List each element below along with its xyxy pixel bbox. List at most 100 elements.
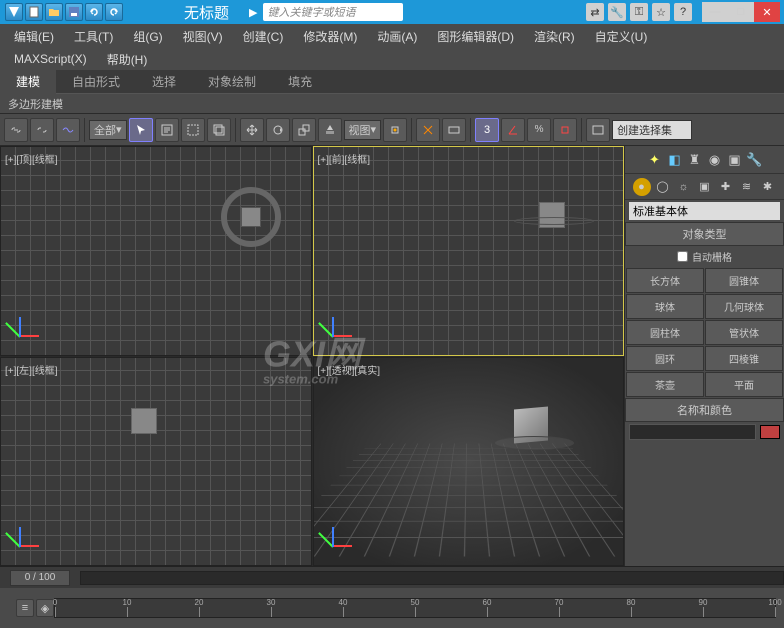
bind-spacewarp-button[interactable] <box>56 118 80 142</box>
menu-help[interactable]: 帮助(H) <box>97 47 158 72</box>
placement-button[interactable] <box>318 118 342 142</box>
edit-named-selection-button[interactable] <box>586 118 610 142</box>
viewport-front[interactable]: [+][前][线框] <box>313 146 625 356</box>
manipulate-button[interactable] <box>416 118 440 142</box>
infocenter-toggle-icon[interactable]: ⇄ <box>586 3 604 21</box>
wrench-icon[interactable]: 🔧 <box>608 3 626 21</box>
ribbon-tab-freeform[interactable]: 自由形式 <box>56 69 136 94</box>
track-filter-button[interactable]: ≡ <box>16 599 34 617</box>
menu-group[interactable]: 组(G) <box>123 24 172 49</box>
ribbon-sub-label: 多边形建模 <box>0 94 784 114</box>
sphere-button[interactable]: 球体 <box>626 294 704 319</box>
pivot-center-button[interactable] <box>383 118 407 142</box>
torus-button[interactable]: 圆环 <box>626 346 704 371</box>
menu-bar: 编辑(E) 工具(T) 组(G) 视图(V) 创建(C) 修改器(M) 动画(A… <box>0 24 784 48</box>
viewport-persp-label[interactable]: [+][透视][真实] <box>318 362 381 377</box>
select-by-name-button[interactable] <box>155 118 179 142</box>
geosphere-button[interactable]: 几何球体 <box>705 294 783 319</box>
open-file-button[interactable] <box>45 3 63 21</box>
cylinder-button[interactable]: 圆柱体 <box>626 320 704 345</box>
menu-modifiers[interactable]: 修改器(M) <box>293 24 367 49</box>
track-key-button[interactable]: ◈ <box>36 599 54 617</box>
pyramid-button[interactable]: 四棱锥 <box>705 346 783 371</box>
app-menu-button[interactable] <box>5 3 23 21</box>
select-object-button[interactable] <box>129 118 153 142</box>
viewport-top[interactable]: [+][顶][线框] <box>0 146 312 356</box>
plane-button[interactable]: 平面 <box>705 372 783 397</box>
viewport-top-label[interactable]: [+][顶][线框] <box>5 151 58 166</box>
object-name-input[interactable] <box>629 424 756 440</box>
viewport-left[interactable]: [+][左][线框] <box>0 357 312 567</box>
cameras-icon[interactable]: ▣ <box>696 178 714 196</box>
box-button[interactable]: 长方体 <box>626 268 704 293</box>
cone-button[interactable]: 圆锥体 <box>705 268 783 293</box>
scale-button[interactable] <box>292 118 316 142</box>
lights-icon[interactable]: ☼ <box>675 178 693 196</box>
ribbon-tab-modeling[interactable]: 建模 <box>0 69 56 94</box>
viewport-object-circle[interactable] <box>221 187 281 247</box>
selection-filter-dropdown[interactable]: 全部 ▾ <box>89 120 127 140</box>
hierarchy-tab-icon[interactable]: ♜ <box>686 151 704 169</box>
auto-grid-checkbox[interactable] <box>677 251 688 262</box>
spinner-snap-button[interactable] <box>553 118 577 142</box>
shapes-icon[interactable]: ◯ <box>654 178 672 196</box>
move-button[interactable] <box>240 118 264 142</box>
tube-button[interactable]: 管状体 <box>705 320 783 345</box>
viewport-front-label[interactable]: [+][前][线框] <box>318 151 371 166</box>
star-icon[interactable]: ☆ <box>652 3 670 21</box>
key-icon[interactable]: ⚿ <box>630 3 648 21</box>
ribbon-tab-object-paint[interactable]: 对象绘制 <box>192 69 272 94</box>
menu-animation[interactable]: 动画(A) <box>367 24 427 49</box>
viewport-object-cube[interactable] <box>131 408 157 434</box>
object-type-rollout[interactable]: 对象类型 <box>625 222 784 246</box>
help-icon[interactable]: ? <box>674 3 692 21</box>
modify-tab-icon[interactable]: ◧ <box>666 151 684 169</box>
close-button[interactable]: ✕ <box>754 2 780 22</box>
rotate-button[interactable] <box>266 118 290 142</box>
minimize-button[interactable]: — <box>702 2 728 22</box>
menu-customize[interactable]: 自定义(U) <box>585 24 658 49</box>
menu-graph-editors[interactable]: 图形编辑器(D) <box>427 24 524 49</box>
menu-create[interactable]: 创建(C) <box>233 24 294 49</box>
systems-icon[interactable]: ✱ <box>759 178 777 196</box>
save-file-button[interactable] <box>65 3 83 21</box>
object-color-swatch[interactable] <box>760 425 780 439</box>
utilities-tab-icon[interactable]: 🔧 <box>746 151 764 169</box>
menu-views[interactable]: 视图(V) <box>173 24 233 49</box>
ribbon-tab-selection[interactable]: 选择 <box>136 69 192 94</box>
new-file-button[interactable] <box>25 3 43 21</box>
keyboard-shortcut-button[interactable] <box>442 118 466 142</box>
select-region-button[interactable] <box>181 118 205 142</box>
ribbon-tab-populate[interactable]: 填充 <box>272 69 328 94</box>
undo-button[interactable] <box>85 3 103 21</box>
primitive-category-dropdown[interactable]: 标准基本体 <box>629 202 780 220</box>
link-button[interactable] <box>4 118 28 142</box>
viewport-perspective[interactable]: [+][透视][真实] <box>313 357 625 567</box>
window-crossing-button[interactable] <box>207 118 231 142</box>
redo-button[interactable] <box>105 3 123 21</box>
geometry-icon[interactable]: ● <box>633 178 651 196</box>
create-tab-icon[interactable]: ✦ <box>646 151 664 169</box>
menu-edit[interactable]: 编辑(E) <box>4 24 64 49</box>
motion-tab-icon[interactable]: ◉ <box>706 151 724 169</box>
spacewarps-icon[interactable]: ≋ <box>738 178 756 196</box>
helpers-icon[interactable]: ✚ <box>717 178 735 196</box>
ref-coord-dropdown[interactable]: 视图 ▾ <box>344 120 382 140</box>
menu-render[interactable]: 渲染(R) <box>524 24 585 49</box>
time-slider-handle[interactable]: 0 / 100 <box>10 570 70 586</box>
menu-tools[interactable]: 工具(T) <box>64 24 123 49</box>
maximize-button[interactable]: □ <box>728 2 754 22</box>
unlink-button[interactable] <box>30 118 54 142</box>
time-ruler[interactable]: 0102030405060708090100 <box>54 598 776 618</box>
snap-toggle-button[interactable]: 3 <box>475 118 499 142</box>
name-color-rollout[interactable]: 名称和颜色 <box>625 398 784 422</box>
help-search-input[interactable]: 键入关键字或短语 <box>263 3 403 21</box>
display-tab-icon[interactable]: ▣ <box>726 151 744 169</box>
percent-snap-button[interactable]: % <box>527 118 551 142</box>
time-track[interactable] <box>80 571 784 585</box>
menu-maxscript[interactable]: MAXScript(X) <box>4 48 97 70</box>
teapot-button[interactable]: 茶壶 <box>626 372 704 397</box>
named-selection-dropdown[interactable]: 创建选择集 <box>612 120 692 140</box>
angle-snap-button[interactable] <box>501 118 525 142</box>
viewport-left-label[interactable]: [+][左][线框] <box>5 362 58 377</box>
